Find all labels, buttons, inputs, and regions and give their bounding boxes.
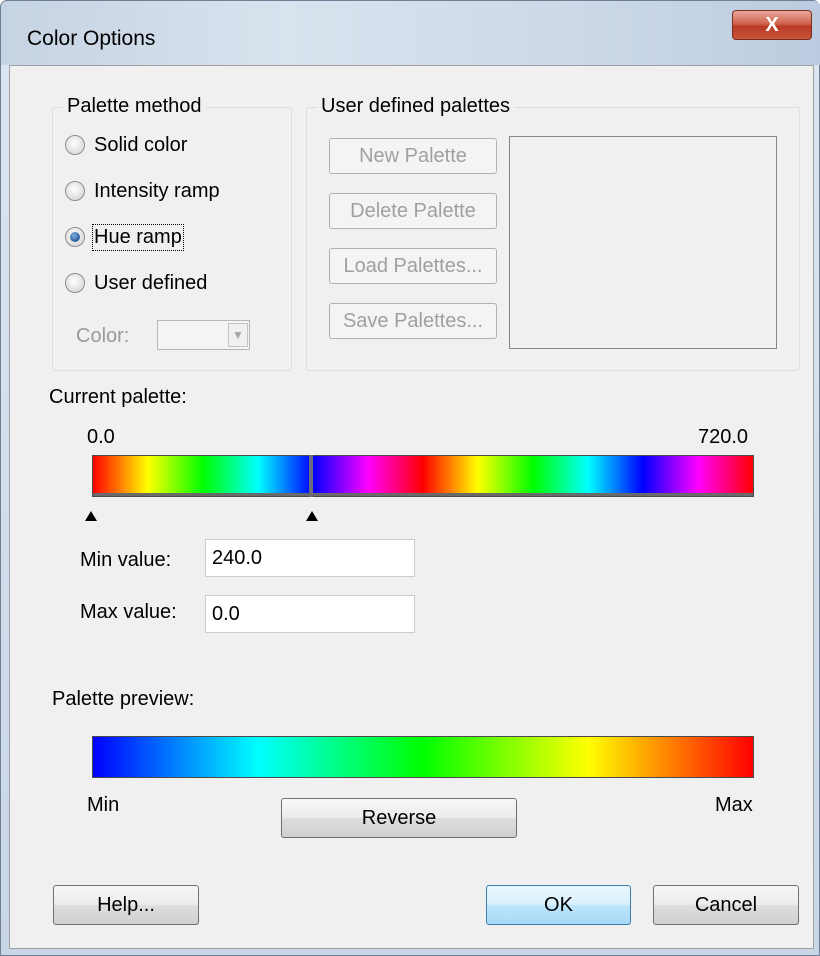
user-defined-palettes-label: User defined palettes xyxy=(317,95,515,118)
ok-button[interactable]: OK xyxy=(486,885,631,925)
close-button[interactable]: X xyxy=(732,10,812,40)
min-value-label: Min value: xyxy=(80,549,172,571)
radio-label: Intensity ramp xyxy=(94,179,220,202)
load-palettes-button[interactable]: Load Palettes... xyxy=(329,248,497,284)
delete-palette-button-label: Delete Palette xyxy=(350,200,476,222)
chevron-down-icon[interactable]: ▼ xyxy=(228,323,248,347)
cancel-button-label: Cancel xyxy=(694,894,758,916)
palette-preview-label: Palette preview: xyxy=(52,688,195,710)
help-button-label: Help... xyxy=(97,894,155,916)
max-slider-handle-icon[interactable] xyxy=(306,511,318,521)
cancel-button[interactable]: Cancel xyxy=(653,885,799,925)
new-palette-button[interactable]: New Palette xyxy=(329,138,497,174)
radio-user-defined[interactable]: User defined xyxy=(65,270,207,296)
delete-palette-button[interactable]: Delete Palette xyxy=(329,193,497,229)
reverse-button[interactable]: Reverse xyxy=(281,798,517,838)
radio-label: Hue ramp xyxy=(92,223,184,251)
radio-button[interactable] xyxy=(65,181,85,201)
radio-intensity-ramp[interactable]: Intensity ramp xyxy=(65,178,220,204)
radio-label: Solid color xyxy=(94,133,188,156)
palette-method-label: Palette method xyxy=(63,95,206,118)
preview-max-label: Max xyxy=(715,794,753,816)
max-value-input[interactable]: 0.0 xyxy=(205,595,415,633)
radio-label: User defined xyxy=(94,271,208,294)
radio-button[interactable] xyxy=(65,135,85,155)
help-button[interactable]: Help... xyxy=(53,885,199,925)
palette-preview-bar xyxy=(92,736,754,778)
radio-solid-color[interactable]: Solid color xyxy=(65,132,187,158)
current-palette-label: Current palette: xyxy=(49,386,187,408)
title-bar[interactable]: Color Options X xyxy=(1,1,820,65)
radio-button-selected[interactable] xyxy=(65,227,85,247)
color-label: Color: xyxy=(76,325,130,347)
load-palettes-button-label: Load Palettes... xyxy=(343,255,483,277)
range-max-label: 720.0 xyxy=(698,426,749,448)
save-palettes-button[interactable]: Save Palettes... xyxy=(329,303,497,339)
color-options-dialog: Color Options X Palette method Solid col… xyxy=(0,0,820,956)
current-palette-bar[interactable] xyxy=(92,455,754,497)
dialog-client-area: Palette method Solid color Intensity ram… xyxy=(9,65,814,949)
max-value-label: Max value: xyxy=(80,601,177,623)
close-icon: X xyxy=(765,14,779,36)
user-palettes-list[interactable] xyxy=(509,136,777,349)
save-palettes-button-label: Save Palettes... xyxy=(342,310,484,332)
min-slider-handle-icon[interactable] xyxy=(85,511,97,521)
reverse-button-label: Reverse xyxy=(361,807,437,829)
min-value-input[interactable]: 240.0 xyxy=(205,539,415,577)
preview-min-label: Min xyxy=(87,794,120,816)
palette-position-marker xyxy=(309,455,313,497)
range-min-label: 0.0 xyxy=(87,426,115,448)
color-dropdown[interactable]: ▼ xyxy=(157,320,250,350)
new-palette-button-label: New Palette xyxy=(359,145,467,167)
radio-hue-ramp[interactable]: Hue ramp xyxy=(65,223,184,251)
window-title: Color Options xyxy=(27,27,156,50)
radio-button[interactable] xyxy=(65,273,85,293)
ok-button-label: OK xyxy=(544,894,573,916)
